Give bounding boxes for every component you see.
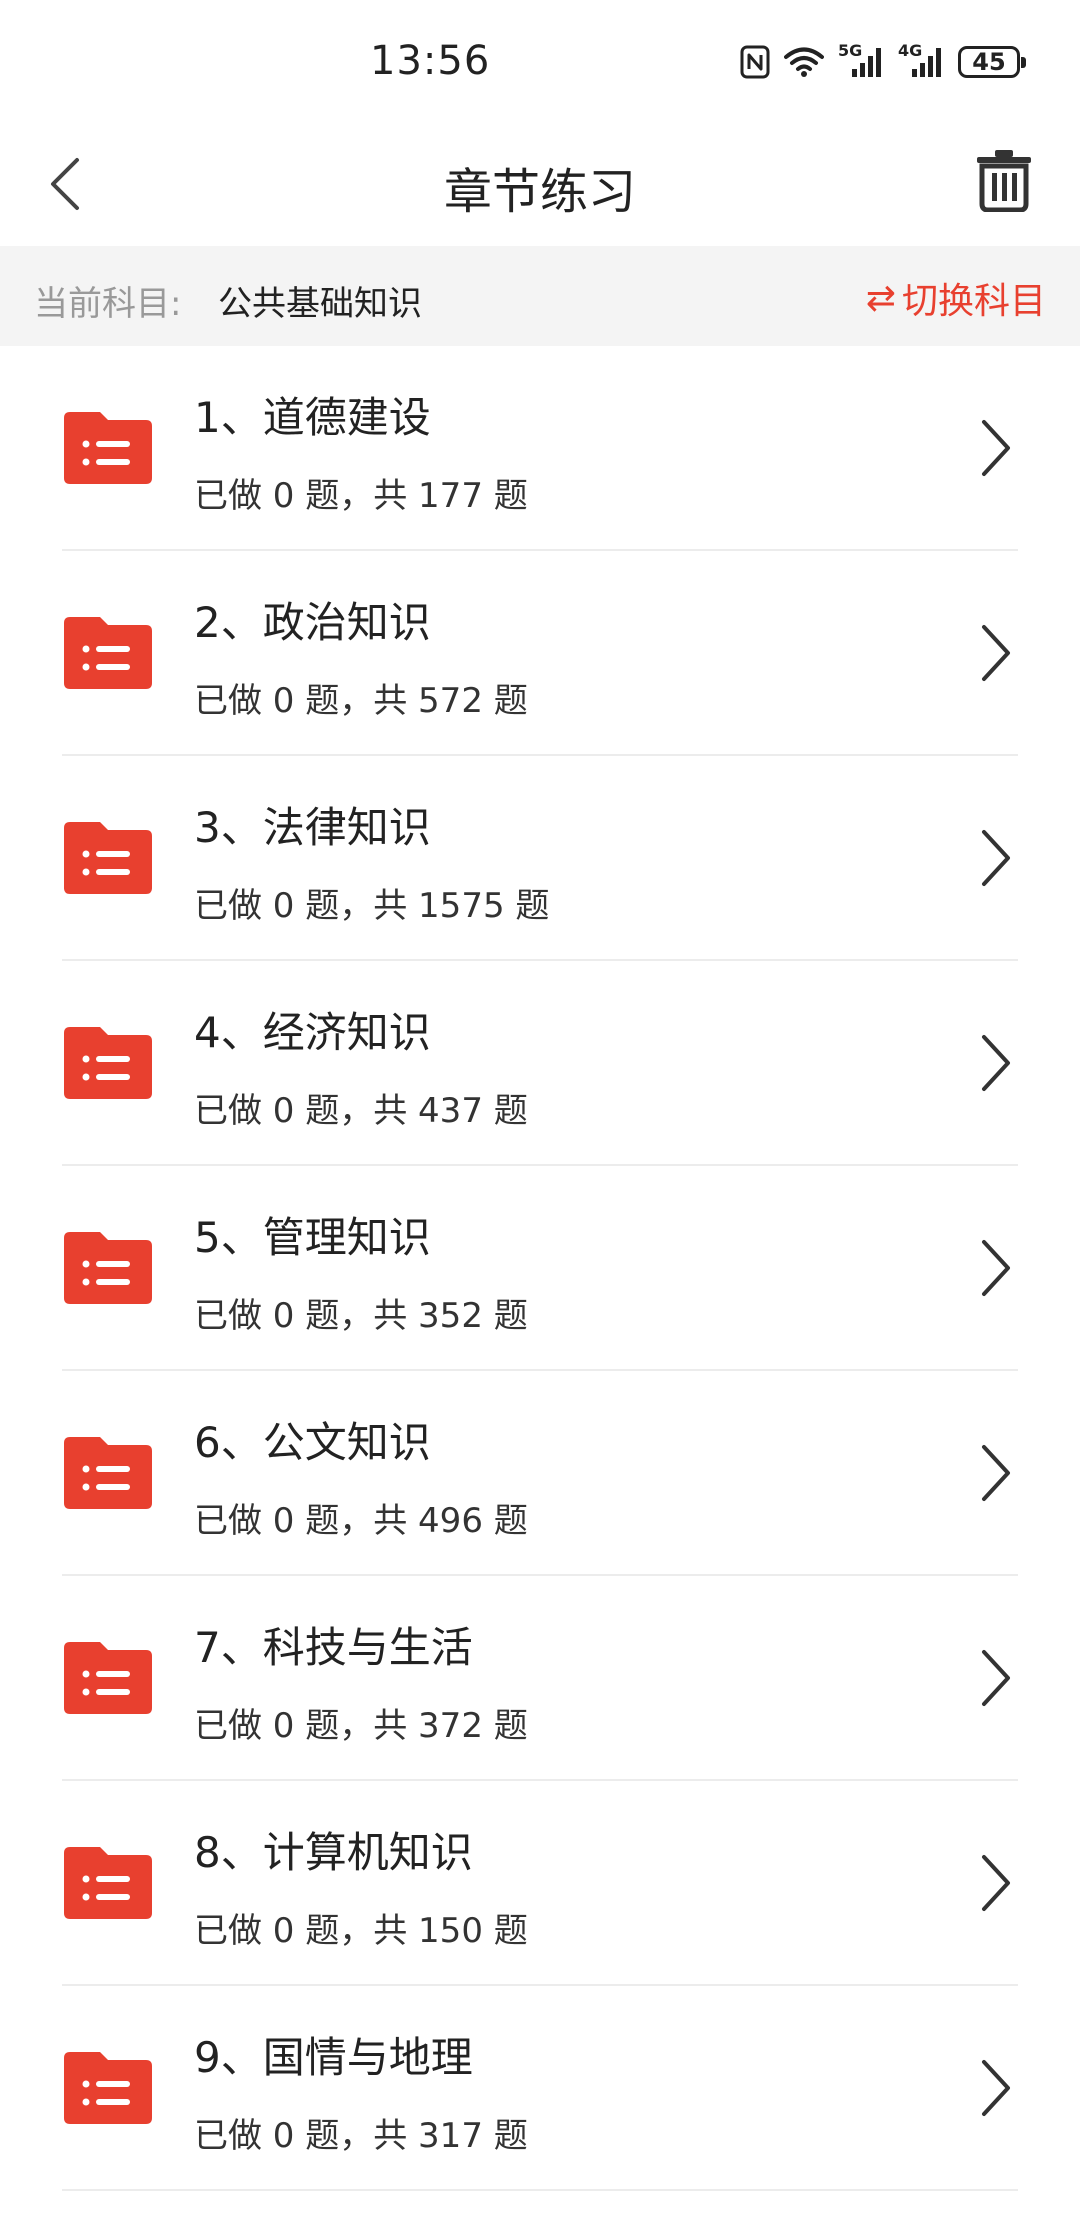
delete-button[interactable] — [964, 140, 1044, 220]
battery-level: 45 — [972, 48, 1006, 76]
chapter-progress: 已做 0 题，共 317 题 — [194, 2116, 528, 2156]
chapter-item[interactable]: 4、经济知识 已做 0 题，共 437 题 — [0, 961, 1080, 1166]
subject-label: 当前科目: — [34, 284, 182, 324]
chapter-item[interactable]: 6、公文知识 已做 0 题，共 496 题 — [0, 1371, 1080, 1576]
signal-5g-icon: 5G — [838, 41, 884, 79]
chevron-right-icon — [982, 830, 1010, 886]
signal-4g-icon: 4G — [898, 41, 944, 79]
chapter-item[interactable]: 8、计算机知识 已做 0 题，共 150 题 — [0, 1781, 1080, 1986]
chapter-item[interactable]: 1、道德建设 已做 0 题，共 177 题 — [0, 346, 1080, 551]
chapter-item[interactable]: 9、国情与地理 已做 0 题，共 317 题 — [0, 1986, 1080, 2191]
subject-bar: 当前科目: 公共基础知识 ⇄ 切换科目 — [0, 246, 1080, 346]
chapter-title: 6、公文知识 — [194, 1418, 431, 1467]
subject-value: 公共基础知识 — [218, 284, 422, 324]
chevron-right-icon — [982, 1445, 1010, 1501]
folder-list-icon — [64, 1232, 152, 1304]
folder-list-icon — [64, 1847, 152, 1919]
chapter-item[interactable]: 3、法律知识 已做 0 题，共 1575 题 — [0, 756, 1080, 961]
page-title: 章节练习 — [443, 164, 636, 220]
folder-list-icon — [64, 2052, 152, 2124]
chapter-progress: 已做 0 题，共 496 题 — [194, 1501, 528, 1541]
chapter-progress: 已做 0 题，共 352 题 — [194, 1296, 528, 1336]
switch-subject-button[interactable]: ⇄ 切换科目 — [866, 272, 1046, 324]
chapter-progress: 已做 0 题，共 372 题 — [194, 1706, 528, 1746]
nfc-icon — [740, 45, 770, 79]
chapter-item[interactable]: 2、政治知识 已做 0 题，共 572 题 — [0, 551, 1080, 756]
folder-list-icon — [64, 617, 152, 689]
trash-icon — [977, 150, 1031, 212]
chevron-right-icon — [982, 1855, 1010, 1911]
chapter-title: 5、管理知识 — [194, 1213, 431, 1262]
status-time: 13:56 — [370, 38, 491, 84]
chapter-title: 8、计算机知识 — [194, 1828, 473, 1877]
chevron-right-icon — [982, 420, 1010, 476]
swap-icon: ⇄ — [865, 277, 896, 319]
chapter-title: 3、法律知识 — [194, 803, 431, 852]
chapter-progress: 已做 0 题，共 177 题 — [194, 476, 528, 516]
chevron-right-icon — [982, 625, 1010, 681]
chapter-list: 1、道德建设 已做 0 题，共 177 题 2、政治知识 已做 0 题，共 57… — [0, 346, 1080, 2191]
wifi-icon — [784, 46, 824, 78]
chapter-title: 2、政治知识 — [194, 598, 431, 647]
chevron-right-icon — [982, 1650, 1010, 1706]
chapter-item[interactable]: 5、管理知识 已做 0 题，共 352 题 — [0, 1166, 1080, 1371]
folder-list-icon — [64, 1642, 152, 1714]
folder-list-icon — [64, 1437, 152, 1509]
status-bar: 13:56 5G 4G 45 — [0, 0, 1080, 120]
status-icons: 5G 4G 45 — [740, 41, 1026, 82]
chevron-right-icon — [982, 1035, 1010, 1091]
chapter-title: 7、科技与生活 — [194, 1623, 473, 1672]
chapter-title: 4、经济知识 — [194, 1008, 431, 1057]
divider — [62, 2189, 1018, 2191]
folder-list-icon — [64, 412, 152, 484]
battery-icon: 45 — [958, 46, 1026, 78]
chevron-right-icon — [982, 2060, 1010, 2116]
switch-subject-label: 切换科目 — [901, 281, 1046, 322]
chapter-item[interactable]: 7、科技与生活 已做 0 题，共 372 题 — [0, 1576, 1080, 1781]
chapter-progress: 已做 0 题，共 437 题 — [194, 1091, 528, 1131]
folder-list-icon — [64, 822, 152, 894]
chapter-title: 9、国情与地理 — [194, 2033, 473, 2082]
chapter-progress: 已做 0 题，共 572 题 — [194, 681, 528, 721]
chapter-title: 1、道德建设 — [194, 393, 431, 442]
folder-list-icon — [64, 1027, 152, 1099]
chapter-progress: 已做 0 题，共 1575 题 — [194, 886, 550, 926]
chevron-right-icon — [982, 1240, 1010, 1296]
app-header: 章节练习 — [0, 120, 1080, 246]
chapter-progress: 已做 0 题，共 150 题 — [194, 1911, 528, 1951]
